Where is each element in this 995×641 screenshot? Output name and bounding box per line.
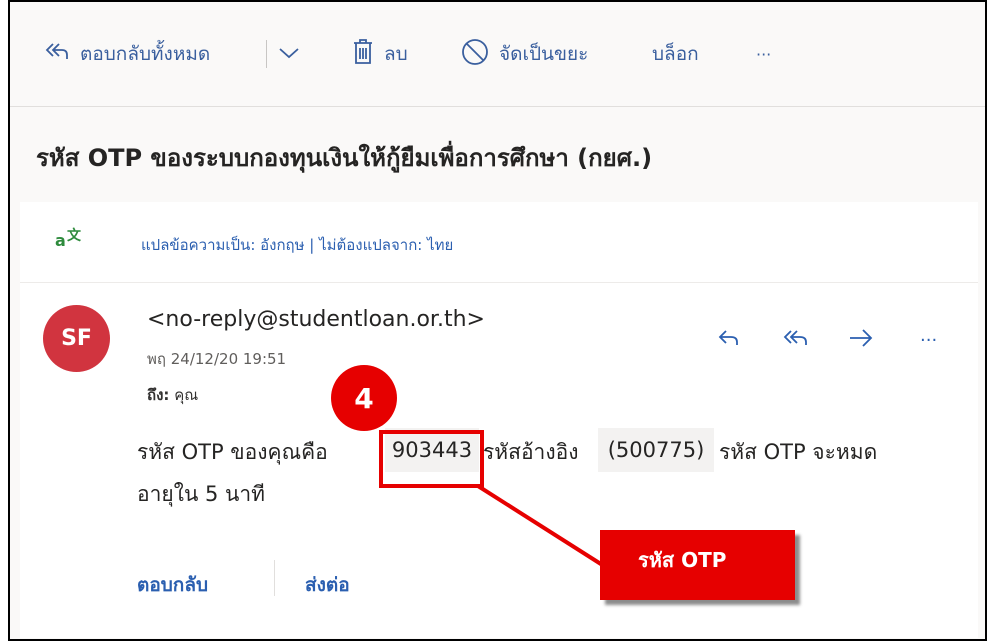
step-badge: 4	[331, 365, 397, 431]
otp-highlight-box	[379, 430, 484, 488]
callout-label: รหัส OTP	[638, 548, 727, 572]
otp-callout: รหัส OTP	[600, 530, 795, 600]
annotation-connector	[476, 484, 606, 568]
